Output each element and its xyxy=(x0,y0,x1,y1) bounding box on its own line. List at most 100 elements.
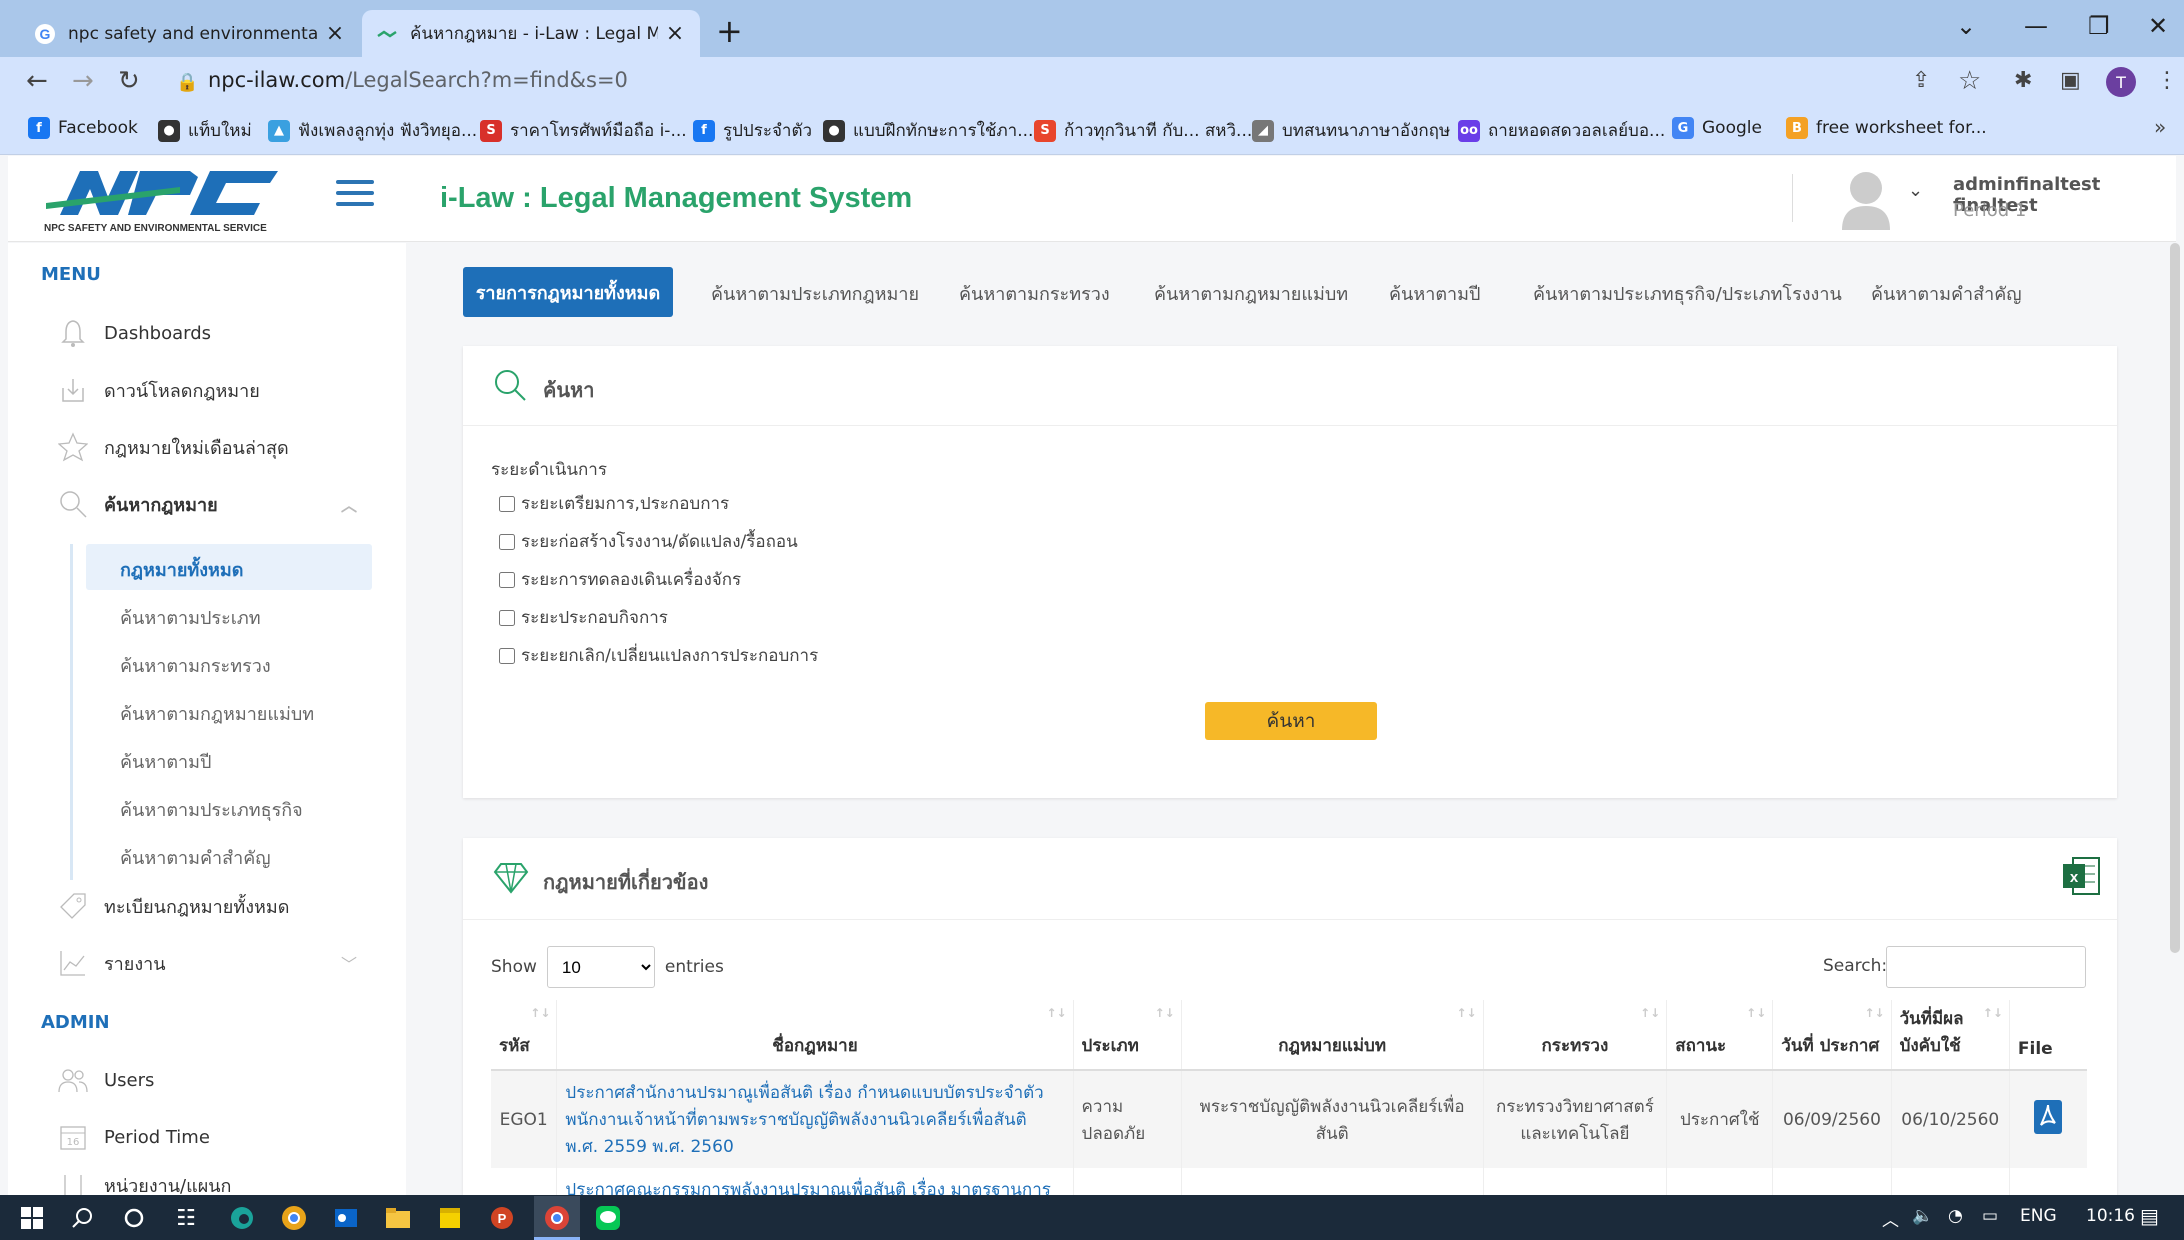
submenu-item-by-year[interactable]: ค้นหาตามปี xyxy=(120,747,211,776)
tray-chevron-up-icon[interactable]: ︿ xyxy=(1882,1206,1899,1231)
col-status[interactable]: สถานะ ↑↓ xyxy=(1666,1000,1774,1071)
bookmark-item[interactable]: f Facebook xyxy=(28,117,138,139)
extensions-icon[interactable]: ✱ xyxy=(2014,68,2032,93)
table-search-input[interactable] xyxy=(1886,946,2086,988)
col-parent-law[interactable]: กฎหมายแม่บท ↑↓ xyxy=(1181,1000,1484,1071)
search-icon[interactable] xyxy=(66,1203,98,1233)
page-size-select[interactable]: 10 xyxy=(546,946,655,988)
col-code[interactable]: รหัส ↑↓ xyxy=(491,1000,558,1071)
sidebar-item-dashboards[interactable]: Dashboards xyxy=(56,316,211,350)
sidebar-item-search-laws[interactable]: ค้นหากฎหมาย ︿ xyxy=(56,487,357,521)
submenu-item-all-laws[interactable]: กฎหมายทั้งหมด xyxy=(120,555,243,584)
close-tab-icon[interactable]: × xyxy=(664,21,686,46)
user-avatar-icon[interactable] xyxy=(1838,168,1894,230)
excel-export-icon[interactable]: x xyxy=(2061,856,2101,896)
clock[interactable]: 10:16 xyxy=(2086,1206,2135,1226)
submenu-item-by-parent-law[interactable]: ค้นหาตามกฎหมายแม่บท xyxy=(120,699,314,728)
file-explorer-icon[interactable] xyxy=(382,1203,414,1233)
sidebar-item-registry[interactable]: ทะเบียนกฎหมายทั้งหมด xyxy=(56,889,289,923)
bookmark-item[interactable]: Bfree worksheet for... xyxy=(1786,117,1987,139)
volume-icon[interactable]: 🔈 xyxy=(1912,1206,1933,1226)
user-menu-chevron-icon[interactable]: ⌄ xyxy=(1908,180,1923,201)
chrome-active-icon[interactable] xyxy=(541,1203,573,1233)
tab-by-business-type[interactable]: ค้นหาตามประเภทธุรกิจ/ประเภทโรงงาน xyxy=(1533,268,1842,318)
pdf-icon[interactable] xyxy=(2033,1100,2063,1140)
checkbox[interactable] xyxy=(499,533,515,550)
phase-checkbox-termination[interactable]: ระยะยกเลิก/เปลี่ยนแปลงการประกอบการ xyxy=(499,642,818,669)
checkbox[interactable] xyxy=(499,647,515,664)
law-name-link[interactable]: ประกาศสำนักงานปรมาณูเพื่อสันติ เรื่อง กำ… xyxy=(556,1070,1074,1168)
edge-icon[interactable] xyxy=(226,1203,258,1233)
bookmark-item[interactable]: f รูปประจำตัว xyxy=(693,117,812,144)
url-field[interactable]: npc-ilaw.com/LegalSearch?m=find&s=0 xyxy=(208,68,628,92)
bookmark-item[interactable]: S ก้าวทุกวินาที กับ... สหวิ... xyxy=(1034,117,1252,144)
profile-avatar[interactable]: T xyxy=(2106,67,2136,97)
battery-icon[interactable]: ▭ xyxy=(1982,1206,1998,1226)
col-effective[interactable]: วันที่มีผล บังคับใช้ ↑↓ xyxy=(1891,1000,2010,1071)
menu-kebab-icon[interactable]: ⋮ xyxy=(2156,68,2178,93)
col-law-name[interactable]: ชื่อกฎหมาย ↑↓ xyxy=(556,1000,1074,1071)
close-tab-icon[interactable]: × xyxy=(324,21,346,46)
notification-icon[interactable]: ▤ xyxy=(2140,1204,2159,1228)
browser-tab-active[interactable]: ค้นหากฎหมาย - i-Law : Legal Mana × xyxy=(362,10,700,57)
phase-checkbox-preparation[interactable]: ระยะเตรียมการ,ประกอบการ xyxy=(499,490,729,517)
windows-start-icon[interactable] xyxy=(16,1203,48,1233)
phase-checkbox-testing[interactable]: ระยะการทดลองเดินเครื่องจักร xyxy=(499,566,741,593)
reload-icon[interactable]: ↻ xyxy=(118,66,140,96)
tab-search-chevron-icon[interactable]: ⌄ xyxy=(1956,12,1976,40)
powerpoint-icon[interactable]: P xyxy=(486,1203,518,1233)
tab-by-parent-law[interactable]: ค้นหาตามกฎหมายแม่บท xyxy=(1154,268,1348,318)
tab-by-law-type[interactable]: ค้นหาตามประเภทกฎหมาย xyxy=(711,268,919,318)
bookmark-item[interactable]: ● แท็บใหม่ xyxy=(158,117,252,144)
submenu-item-by-business[interactable]: ค้นหาตามประเภทธุรกิจ xyxy=(120,795,303,824)
sidebar-item-reports[interactable]: รายงาน ﹀ xyxy=(56,946,357,980)
back-icon[interactable]: ← xyxy=(26,66,48,96)
bookmark-item[interactable]: ● แบบฝึกทักษะการใช้ภา... xyxy=(823,117,1033,144)
submenu-item-by-type[interactable]: ค้นหาตามประเภท xyxy=(120,603,261,632)
sidepanel-icon[interactable]: ▣ xyxy=(2060,68,2081,93)
tab-by-ministry[interactable]: ค้นหาตามกระทรวง xyxy=(959,268,1110,318)
bookmark-item[interactable]: S ราคาโทรศัพท์มือถือ i-... xyxy=(480,117,687,144)
restore-icon[interactable]: ❐ xyxy=(2088,12,2110,40)
chrome-icon[interactable] xyxy=(278,1203,310,1233)
sidebar-item-departments[interactable]: หน่วยงาน/แผนก xyxy=(56,1175,231,1195)
forward-icon[interactable]: → xyxy=(72,66,94,96)
col-type[interactable]: ประเภท ↑↓ xyxy=(1073,1000,1182,1071)
lock-icon[interactable]: 🔒 xyxy=(176,72,198,93)
npc-logo[interactable]: NPC SAFETY AND ENVIRONMENTAL SERVICE xyxy=(40,163,280,235)
sidebar-item-new-laws[interactable]: กฎหมายใหม่เดือนล่าสุด xyxy=(56,430,289,464)
phase-checkbox-construction[interactable]: ระยะก่อสร้างโรงงาน/ดัดแปลง/รื้อถอน xyxy=(499,528,798,555)
new-tab-button[interactable]: + xyxy=(716,12,743,50)
share-icon[interactable]: ⇪ xyxy=(1912,68,1930,93)
task-view-icon[interactable]: ☷ xyxy=(170,1203,202,1233)
close-window-icon[interactable]: ✕ xyxy=(2148,12,2168,40)
phase-checkbox-operation[interactable]: ระยะประกอบกิจการ xyxy=(499,604,668,631)
sidebar-item-download[interactable]: ดาวน์โหลดกฎหมาย xyxy=(56,373,260,407)
minimize-icon[interactable]: — xyxy=(2024,12,2048,40)
checkbox[interactable] xyxy=(499,571,515,588)
language-indicator[interactable]: ENG xyxy=(2020,1206,2057,1226)
submenu-item-by-ministry[interactable]: ค้นหาตามกระทรวง xyxy=(120,651,271,680)
tab-by-year[interactable]: ค้นหาตามปี xyxy=(1389,268,1480,318)
more-bookmarks[interactable]: » xyxy=(2154,115,2166,139)
outlook-icon[interactable] xyxy=(330,1203,362,1233)
sticky-notes-icon[interactable] xyxy=(434,1203,466,1233)
search-button[interactable]: ค้นหา xyxy=(1205,702,1377,740)
tab-by-keyword[interactable]: ค้นหาตามคำสำคัญ xyxy=(1871,268,2022,318)
bookmark-item[interactable]: oo ถายหอดสดวอลเลย์บอ... xyxy=(1458,117,1665,144)
cortana-icon[interactable] xyxy=(118,1203,150,1233)
col-ministry[interactable]: กระทรวง ↑↓ xyxy=(1483,1000,1668,1071)
bookmark-star-icon[interactable]: ☆ xyxy=(1958,66,1981,96)
browser-tab-google[interactable]: G npc safety and environmental se × xyxy=(20,10,360,57)
wifi-icon[interactable]: ◔ xyxy=(1948,1206,1963,1226)
checkbox[interactable] xyxy=(499,609,515,626)
bookmark-item[interactable]: ◢ บทสนทนาภาษาอังกฤษ xyxy=(1252,117,1450,144)
checkbox[interactable] xyxy=(499,495,515,512)
sidebar-item-users[interactable]: Users xyxy=(56,1063,154,1097)
submenu-item-by-keyword[interactable]: ค้นหาตามคำสำคัญ xyxy=(120,843,271,872)
line-icon[interactable] xyxy=(592,1203,624,1233)
col-announced[interactable]: วันที่ ประกาศ ↑↓ xyxy=(1772,1000,1892,1071)
bookmark-item[interactable]: ▲ ฟังเพลงลูกทุ่ง ฟังวิทยุอ... xyxy=(268,117,477,144)
sidebar-item-period-time[interactable]: 16 Period Time xyxy=(56,1120,210,1154)
page-scrollbar[interactable] xyxy=(2170,243,2180,953)
